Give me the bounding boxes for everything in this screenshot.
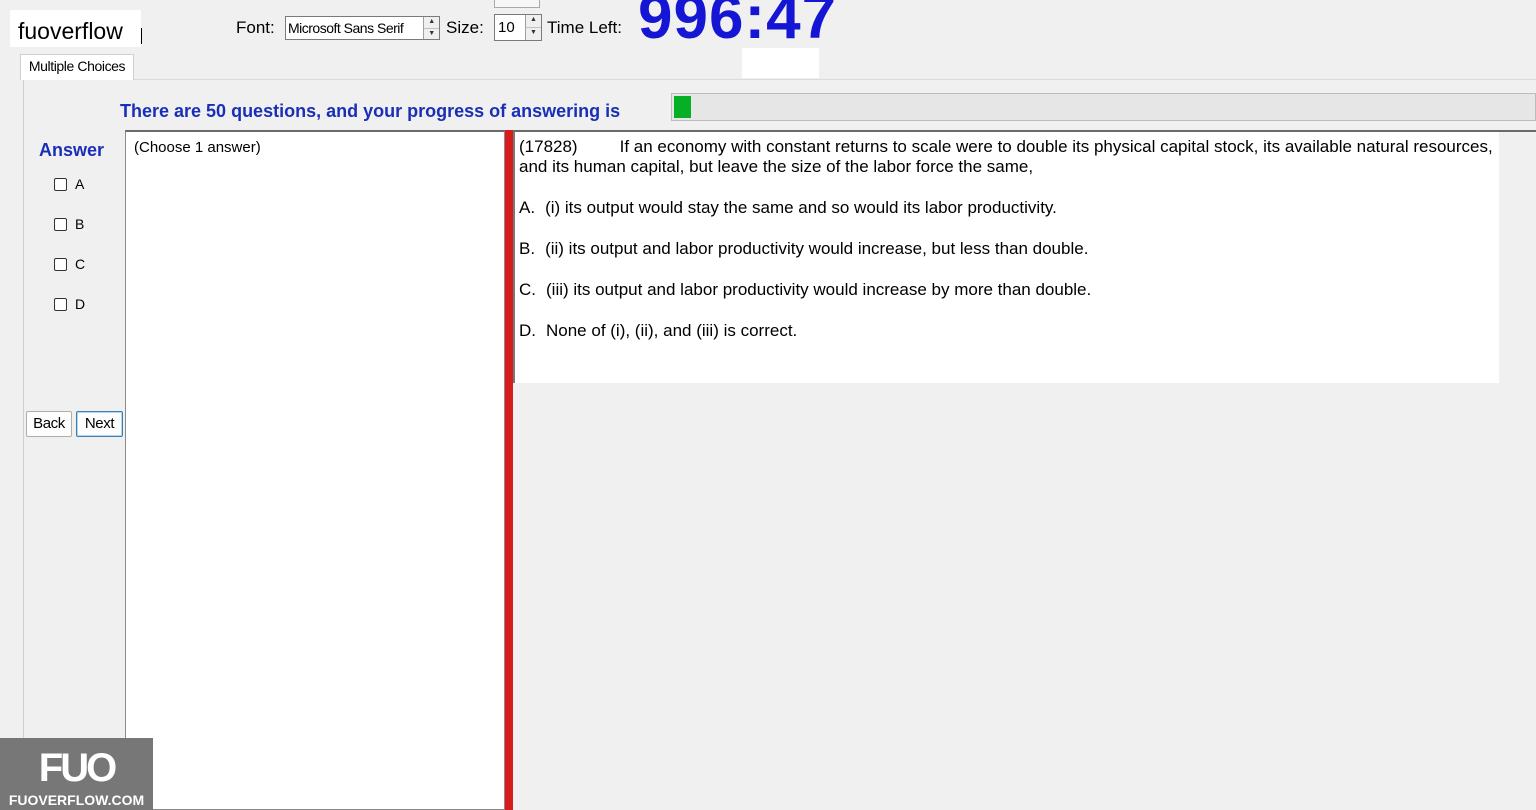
font-label: Font: — [236, 18, 275, 37]
text-caret — [141, 28, 142, 44]
answer-option-label: A — [75, 176, 85, 192]
watermark-top: fuoverflow — [10, 10, 141, 47]
time-left-label: Time Left: — [547, 18, 622, 37]
panel-splitter[interactable] — [505, 130, 513, 810]
spin-down-icon[interactable]: ▼ — [526, 27, 541, 40]
size-spinner[interactable]: ▲ ▼ — [525, 15, 541, 40]
answer-option-label: C — [75, 256, 86, 272]
font-select-value: Microsoft Sans Serif — [288, 20, 404, 36]
choose-instruction: (Choose 1 answer) — [134, 139, 261, 156]
question-number: (17828) — [519, 137, 578, 156]
answer-option-b[interactable]: B — [54, 216, 84, 232]
option-text: None of (i), (ii), and (iii) is correct. — [546, 321, 798, 340]
question-text: If an economy with constant returns to s… — [519, 137, 1493, 176]
progress-bar — [671, 93, 1536, 121]
option-key: C. — [519, 280, 536, 299]
next-button[interactable]: Next — [76, 411, 123, 437]
option-text: (i) its output would stay the same and s… — [545, 198, 1057, 217]
option-text: (ii) its output and labor productivity w… — [545, 239, 1089, 258]
question-option-b: B. (ii) its output and labor productivity… — [519, 239, 1495, 259]
font-select[interactable]: Microsoft Sans Serif ▲ ▼ — [285, 16, 440, 40]
fuoverflow-logo: FUO FUOVERFLOW.COM — [0, 738, 153, 810]
spin-up-icon[interactable]: ▲ — [424, 17, 439, 28]
panel-border — [1499, 130, 1536, 132]
back-button[interactable]: Back — [26, 411, 72, 437]
answer-text-box[interactable]: (Choose 1 answer) — [125, 130, 505, 810]
question-option-d: D. None of (i), (ii), and (iii) is correc… — [519, 321, 1495, 341]
size-value: 10 — [498, 19, 515, 36]
font-spinner[interactable]: ▲ ▼ — [423, 17, 439, 39]
checkbox-c[interactable] — [54, 257, 67, 271]
tab-multiple-choices[interactable]: Multiple Choices — [20, 54, 134, 80]
logo-text: FUOVERFLOW.COM — [8, 792, 145, 808]
option-text: (iii) its output and labor productivity … — [546, 280, 1092, 299]
blank-patch — [742, 48, 819, 78]
progress-bar-fill — [674, 96, 691, 118]
answer-heading: Answer — [39, 140, 105, 160]
checkbox-d[interactable] — [54, 297, 67, 311]
option-key: D. — [519, 321, 536, 340]
option-key: A. — [519, 198, 536, 217]
answer-option-label: B — [75, 216, 85, 232]
size-stepper[interactable]: 10 ▲ ▼ — [494, 14, 542, 41]
logo-mark: FUO — [38, 746, 117, 790]
question-option-a: A. (i) its output would stay the same and… — [519, 198, 1495, 218]
size-label: Size: — [446, 18, 484, 37]
question-option-c: C. (iii) its output and labor productivit… — [519, 280, 1495, 300]
answer-option-d[interactable]: D — [54, 296, 85, 312]
spin-down-icon[interactable]: ▼ — [424, 27, 439, 40]
answer-option-label: D — [75, 296, 86, 312]
answer-option-a[interactable]: A — [54, 176, 84, 192]
checkbox-b[interactable] — [54, 217, 67, 231]
answer-option-c[interactable]: C — [54, 256, 85, 272]
countdown-timer: 996:47 — [638, 0, 838, 52]
question-panel: (17828) If an economy with constant retur… — [513, 130, 1499, 383]
progress-label: There are 50 questions, and your progres… — [120, 101, 621, 121]
spin-up-icon[interactable]: ▲ — [526, 15, 541, 27]
checkbox-a[interactable] — [54, 177, 67, 191]
question-stem: (17828) If an economy with constant retur… — [519, 137, 1495, 177]
option-key: B. — [519, 239, 536, 258]
partial-control — [494, 0, 540, 8]
